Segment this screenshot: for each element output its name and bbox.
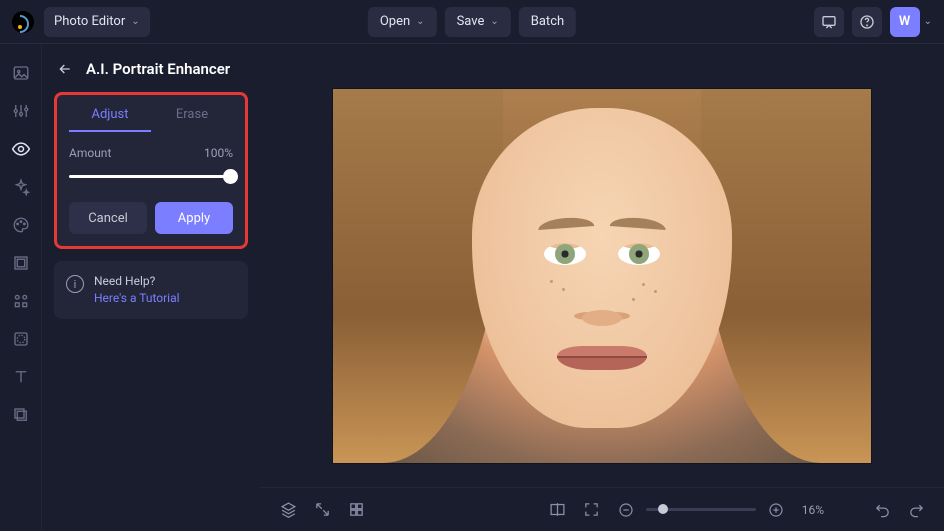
tool-elements[interactable] (10, 290, 32, 312)
top-right-actions: W ⌄ (814, 7, 932, 37)
grid-button[interactable] (346, 500, 366, 520)
tab-adjust-label: Adjust (91, 107, 128, 122)
cancel-button[interactable]: Cancel (69, 202, 147, 234)
fit-icon (583, 501, 600, 518)
text-icon (12, 368, 30, 386)
top-center-actions: Open ⌄ Save ⌄ Batch (368, 7, 576, 37)
side-panel: A.I. Portrait Enhancer Adjust Erase Amou… (42, 44, 260, 531)
crop-icon (12, 330, 30, 348)
panel-header: A.I. Portrait Enhancer (54, 58, 248, 80)
batch-button[interactable]: Batch (519, 7, 576, 37)
compare-button[interactable] (548, 500, 568, 520)
tutorial-link[interactable]: Here's a Tutorial (94, 290, 180, 307)
tab-erase-label: Erase (176, 107, 208, 122)
account-dropdown[interactable]: W ⌄ (890, 7, 932, 37)
tool-sliders[interactable] (10, 100, 32, 122)
chevron-down-icon: ⌄ (924, 16, 932, 27)
tool-strip (0, 44, 42, 531)
apply-button[interactable]: Apply (155, 202, 233, 234)
cancel-label: Cancel (88, 211, 128, 226)
palette-icon (12, 216, 30, 234)
main-area: A.I. Portrait Enhancer Adjust Erase Amou… (0, 44, 944, 531)
enhancer-tabs: Adjust Erase (69, 107, 233, 132)
tool-palette[interactable] (10, 214, 32, 236)
enhancer-controls-card: Adjust Erase Amount 100% Cancel Apply (54, 92, 248, 249)
slider-track (69, 175, 233, 178)
app-logo (12, 11, 34, 33)
plus-circle-icon (768, 502, 784, 518)
tab-adjust[interactable]: Adjust (69, 107, 151, 132)
zoom-out-button[interactable] (616, 500, 636, 520)
zoom-in-button[interactable] (766, 500, 786, 520)
help-icon (859, 14, 875, 30)
help-title: Need Help? (94, 273, 180, 290)
amount-slider[interactable] (69, 168, 233, 186)
save-label: Save (457, 14, 485, 29)
stack-icon (280, 501, 297, 518)
user-initial: W (899, 14, 910, 29)
expand-icon (314, 501, 331, 518)
fit-button[interactable] (582, 500, 602, 520)
amount-value: 100% (204, 146, 233, 160)
tool-image[interactable] (10, 62, 32, 84)
frame-icon (12, 254, 30, 272)
amount-row: Amount 100% (69, 146, 233, 160)
canvas[interactable] (260, 44, 944, 487)
save-button[interactable]: Save ⌄ (445, 7, 511, 37)
chevron-down-icon: ⌄ (490, 16, 498, 27)
elements-icon (12, 292, 30, 310)
tool-sparkle[interactable] (10, 176, 32, 198)
tool-frame[interactable] (10, 252, 32, 274)
app-mode-label: Photo Editor (54, 14, 125, 29)
panel-title: A.I. Portrait Enhancer (86, 60, 230, 78)
undo-icon (874, 501, 891, 518)
sliders-icon (12, 102, 30, 120)
tool-crop[interactable] (10, 328, 32, 350)
app-mode-dropdown[interactable]: Photo Editor ⌄ (44, 7, 150, 37)
chevron-down-icon: ⌄ (131, 16, 139, 27)
expand-button[interactable] (312, 500, 332, 520)
back-button[interactable] (54, 58, 76, 80)
help-text: Need Help? Here's a Tutorial (94, 273, 180, 307)
open-label: Open (380, 14, 410, 29)
tool-layers[interactable] (10, 404, 32, 426)
tool-eye[interactable] (10, 138, 32, 160)
zoom-label: 16% (802, 503, 824, 517)
sparkle-icon (12, 178, 30, 196)
canvas-area: 16% (260, 44, 944, 531)
image-icon (12, 64, 30, 82)
chevron-down-icon: ⌄ (416, 16, 424, 27)
minus-circle-icon (618, 502, 634, 518)
layers-button[interactable] (278, 500, 298, 520)
tab-erase[interactable]: Erase (151, 107, 233, 132)
tool-text[interactable] (10, 366, 32, 388)
user-avatar: W (890, 7, 920, 37)
eye-icon (11, 139, 31, 159)
top-bar: Photo Editor ⌄ Open ⌄ Save ⌄ Batch W ⌄ (0, 0, 944, 44)
redo-button[interactable] (906, 500, 926, 520)
amount-label: Amount (69, 146, 111, 160)
zoom-thumb[interactable] (658, 504, 668, 514)
action-buttons: Cancel Apply (69, 202, 233, 234)
help-button[interactable] (852, 7, 882, 37)
redo-icon (908, 501, 925, 518)
help-card: i Need Help? Here's a Tutorial (54, 261, 248, 319)
apply-label: Apply (178, 211, 210, 226)
zoom-slider[interactable] (646, 508, 756, 511)
bottom-bar: 16% (260, 487, 944, 531)
batch-label: Batch (531, 14, 564, 29)
layers-icon (12, 406, 30, 424)
compare-icon (549, 501, 566, 518)
slider-thumb[interactable] (223, 169, 238, 184)
grid-icon (348, 501, 365, 518)
portrait-photo (333, 89, 871, 463)
open-button[interactable]: Open ⌄ (368, 7, 437, 37)
undo-button[interactable] (872, 500, 892, 520)
zoom-controls: 16% (616, 500, 824, 520)
feedback-button[interactable] (814, 7, 844, 37)
feedback-icon (821, 14, 837, 30)
arrow-left-icon (57, 61, 73, 77)
info-icon: i (66, 275, 84, 293)
